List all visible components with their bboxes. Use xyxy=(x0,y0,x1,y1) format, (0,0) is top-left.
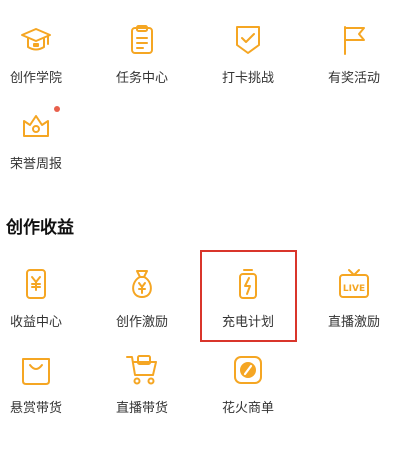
shopping-cart-icon xyxy=(124,352,160,388)
graduation-cap-icon xyxy=(18,22,54,58)
grid-item-label: 创作激励 xyxy=(115,315,168,330)
grid-item-creation-incentive[interactable]: 创作激励 xyxy=(92,266,192,331)
crown-icon xyxy=(18,106,60,144)
badge-check-icon xyxy=(230,22,266,58)
grid-item-label: 打卡挑战 xyxy=(221,71,274,86)
clipboard-icon xyxy=(124,22,160,58)
grid-item-label: 收益中心 xyxy=(9,315,62,330)
grid-item-honor-weekly[interactable]: 荣誉周报 xyxy=(0,106,86,173)
section-title-earnings: 创作收益 xyxy=(6,218,74,238)
grid-item-earnings-center[interactable]: 收益中心 xyxy=(0,266,86,331)
grid-item-label: 花火商单 xyxy=(221,401,274,416)
yen-phone-icon xyxy=(18,266,54,302)
money-bag-icon xyxy=(124,266,160,302)
grid-item-label: 直播激励 xyxy=(327,315,380,330)
grid-item-prize-events[interactable]: 有奖活动 xyxy=(304,22,400,87)
grid-item-checkin-challenge[interactable]: 打卡挑战 xyxy=(198,22,298,87)
spark-coin-icon xyxy=(230,352,266,388)
live-tv-icon: LIVE xyxy=(336,266,372,302)
notification-dot xyxy=(54,106,60,112)
grid-item-label: 悬赏带货 xyxy=(9,401,62,416)
grid-item-label: 荣誉周报 xyxy=(9,157,62,172)
grid-item-task-center[interactable]: 任务中心 xyxy=(92,22,192,87)
grid-item-label: 有奖活动 xyxy=(327,71,380,86)
grid-item-label: 创作学院 xyxy=(9,71,62,86)
grid-item-spark-orders[interactable]: 花火商单 xyxy=(198,352,298,417)
svg-text:LIVE: LIVE xyxy=(343,284,365,294)
grid-item-label: 直播带货 xyxy=(115,401,168,416)
highlight-box xyxy=(200,250,297,342)
flag-icon xyxy=(336,22,372,58)
grid-item-creation-academy[interactable]: 创作学院 xyxy=(0,22,86,87)
shopping-bag-icon xyxy=(18,352,54,388)
grid-item-label: 任务中心 xyxy=(115,71,168,86)
grid-item-live-incentive[interactable]: LIVE 直播激励 xyxy=(304,266,400,331)
grid-item-bounty-sales[interactable]: 悬赏带货 xyxy=(0,352,86,417)
grid-item-live-sales[interactable]: 直播带货 xyxy=(92,352,192,417)
